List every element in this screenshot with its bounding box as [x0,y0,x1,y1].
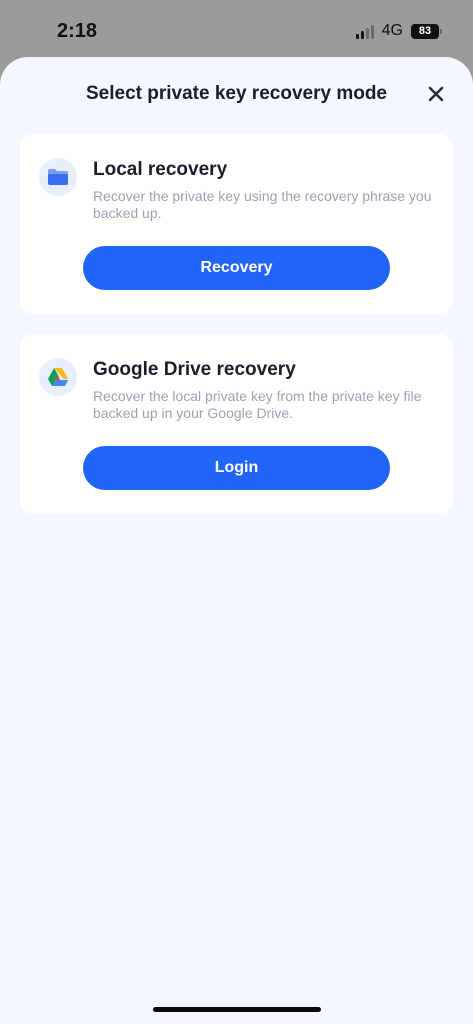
sheet-title: Select private key recovery mode [85,83,387,104]
google-drive-recovery-description: Recover the local private key from the p… [93,388,422,421]
google-drive-recovery-title: Google Drive recovery [93,359,296,380]
google-drive-icon [39,358,77,396]
battery-icon: 83 [411,23,442,39]
local-recovery-card: Local recovery Recover the private key u… [20,134,453,314]
login-button[interactable]: Login [83,446,390,490]
close-icon[interactable] [427,85,445,103]
google-drive-recovery-card: Google Drive recovery Recover the local … [20,334,453,514]
screen: 2:18 4G 83 Select private key recovery m… [0,0,473,1024]
network-type: 4G [381,22,403,39]
recovery-mode-sheet: Select private key recovery mode Local r… [0,57,473,1024]
recovery-button[interactable]: Recovery [83,246,390,290]
battery-level: 83 [418,25,432,37]
local-recovery-title: Local recovery [93,159,228,180]
status-time: 2:18 [57,20,98,42]
folder-icon [39,158,77,196]
local-recovery-description: Recover the private key using the recove… [93,188,432,221]
home-indicator[interactable] [153,1007,321,1012]
status-indicators: 4G 83 [355,22,442,40]
status-bar: 2:18 4G 83 [0,0,473,60]
cellular-signal-icon [355,24,374,39]
